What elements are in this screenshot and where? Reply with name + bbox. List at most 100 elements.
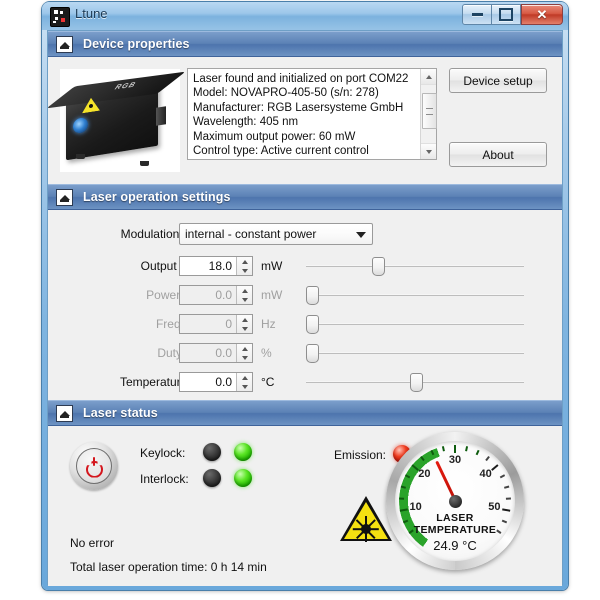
slider-thumb[interactable]: [306, 315, 319, 334]
panel-body-laser-operation: Modulation mode: internal - constant pow…: [48, 210, 562, 400]
spinner-buttons[interactable]: [236, 373, 252, 391]
laser-module-image: RGB: [46, 69, 186, 172]
setting-unit: °C: [261, 375, 275, 389]
spinner-down-icon: [237, 324, 252, 333]
gauge-caption-line2: TEMPERATURE: [413, 524, 497, 536]
spinner-down-icon[interactable]: [237, 382, 252, 391]
setting-slider[interactable]: [306, 257, 524, 276]
setting-spinner[interactable]: 18.0: [179, 256, 253, 276]
setting-slider[interactable]: [306, 286, 524, 305]
device-info-line: Control type: Active current control: [193, 145, 369, 158]
device-info-line: Model: NOVAPRO-405-50 (s/n: 278): [193, 87, 379, 100]
window-controls: ✕: [462, 4, 563, 25]
slider-thumb[interactable]: [306, 286, 319, 305]
error-status-text: No error: [70, 536, 115, 550]
slider-thumb[interactable]: [409, 373, 423, 392]
slider-thumb[interactable]: [372, 257, 386, 276]
setting-slider[interactable]: [306, 373, 524, 392]
panel-title-device-properties: Device properties: [83, 37, 190, 51]
device-setup-button[interactable]: Device setup: [449, 68, 547, 93]
window-title: Ltune: [75, 6, 108, 21]
setting-unit: mW: [261, 259, 283, 273]
chevron-down-icon: [356, 232, 366, 238]
collapse-icon[interactable]: [56, 188, 73, 206]
slider-track: [306, 265, 524, 267]
maximize-button[interactable]: [492, 4, 521, 25]
spinner-down-icon[interactable]: [237, 266, 252, 275]
indicator-led-right: [234, 443, 252, 461]
setting-row: Duty cycle:0.0%: [48, 341, 562, 369]
indicator-label: Interlock:: [140, 472, 189, 486]
title-bar[interactable]: Ltune ✕: [42, 2, 568, 30]
power-button[interactable]: [70, 442, 118, 490]
client-area: Device properties RGB Laser found and in…: [46, 30, 563, 586]
spinner-buttons[interactable]: [236, 257, 252, 275]
about-button[interactable]: About: [449, 142, 547, 167]
slider-thumb[interactable]: [306, 344, 319, 363]
collapse-icon[interactable]: [56, 35, 73, 53]
scroll-up-icon[interactable]: [421, 69, 436, 85]
spinner-up-icon: [237, 286, 252, 295]
slider-track: [306, 294, 524, 296]
setting-unit: mW: [261, 288, 283, 302]
gauge-tick-label: 40: [479, 468, 492, 481]
slider-track: [306, 352, 524, 354]
gauge-tick-label: 20: [418, 468, 431, 481]
spinner-up-icon[interactable]: [237, 373, 252, 382]
temperature-gauge: 10 20 30 40 50 LASER TEMPERATURE 24.9 °C: [386, 432, 524, 570]
power-button-inner: [76, 448, 112, 484]
setting-row: Output power:18.0mW: [48, 254, 562, 282]
panel-body-device-properties: RGB Laser found and initialized on port …: [46, 57, 562, 184]
spinner-up-icon[interactable]: [237, 257, 252, 266]
spinner-buttons: [236, 315, 252, 333]
setting-spinner: 0.0: [179, 285, 253, 305]
panel-title-laser-status: Laser status: [83, 406, 158, 420]
panel-header-laser-operation[interactable]: Laser operation settings: [48, 184, 562, 210]
modulation-mode-select[interactable]: internal - constant power: [179, 223, 373, 245]
setting-value: 0.0: [215, 288, 232, 302]
indicator-led-left: [203, 443, 221, 461]
panel-header-laser-status[interactable]: Laser status: [48, 400, 562, 426]
operation-time-text: Total laser operation time: 0 h 14 min: [70, 560, 267, 574]
indicator-led-left: [203, 469, 221, 487]
device-info-scrollbar[interactable]: [420, 69, 437, 159]
spinner-down-icon: [237, 353, 252, 362]
setting-value: 0: [225, 317, 232, 331]
setting-unit: Hz: [261, 317, 276, 331]
setting-slider[interactable]: [306, 315, 524, 334]
app-window: Ltune ✕ Device properties RGB Laser foun…: [42, 2, 568, 590]
device-info-line: Maximum output power: 60 mW: [193, 130, 356, 143]
device-info-line: Wavelength: 405 nm: [193, 116, 299, 129]
setting-value[interactable]: 0.0: [180, 373, 236, 391]
app-icon: [50, 7, 70, 27]
spinner-up-icon: [237, 344, 252, 353]
collapse-icon[interactable]: [56, 404, 73, 422]
device-info-text: Laser found and initialized on port COM2…: [188, 69, 420, 159]
slider-track: [306, 323, 524, 325]
maximize-icon: [499, 8, 513, 21]
setting-row: Power offset:0.0mW: [48, 283, 562, 311]
setting-row: Temperature shift: 0.0 °C: [48, 370, 562, 398]
minimize-icon: [471, 13, 483, 16]
power-icon: [86, 456, 103, 478]
device-info-line: Laser found and initialized on port COM2…: [193, 73, 409, 85]
close-button[interactable]: ✕: [521, 4, 563, 25]
setting-row: Frequency:0Hz: [48, 312, 562, 340]
minimize-button[interactable]: [462, 4, 492, 25]
gauge-tick-label: 30: [448, 454, 462, 466]
close-icon: ✕: [536, 7, 548, 22]
device-info-box: Laser found and initialized on port COM2…: [187, 68, 437, 160]
scrollbar-thumb[interactable]: [422, 93, 437, 129]
spinner-down-icon: [237, 295, 252, 304]
panel-title-laser-operation: Laser operation settings: [83, 190, 231, 204]
modulation-mode-value: internal - constant power: [185, 227, 317, 241]
setting-value[interactable]: 18.0: [180, 257, 236, 275]
spinner-up-icon: [237, 315, 252, 324]
panel-header-device-properties[interactable]: Device properties: [48, 31, 562, 57]
scroll-down-icon[interactable]: [421, 143, 436, 159]
setting-slider[interactable]: [306, 344, 524, 363]
indicator-led-right: [234, 469, 252, 487]
setting-spinner[interactable]: 0.0: [179, 372, 253, 392]
gauge-value: 24.9 °C: [433, 538, 477, 553]
gauge-caption-line1: LASER: [436, 512, 474, 524]
